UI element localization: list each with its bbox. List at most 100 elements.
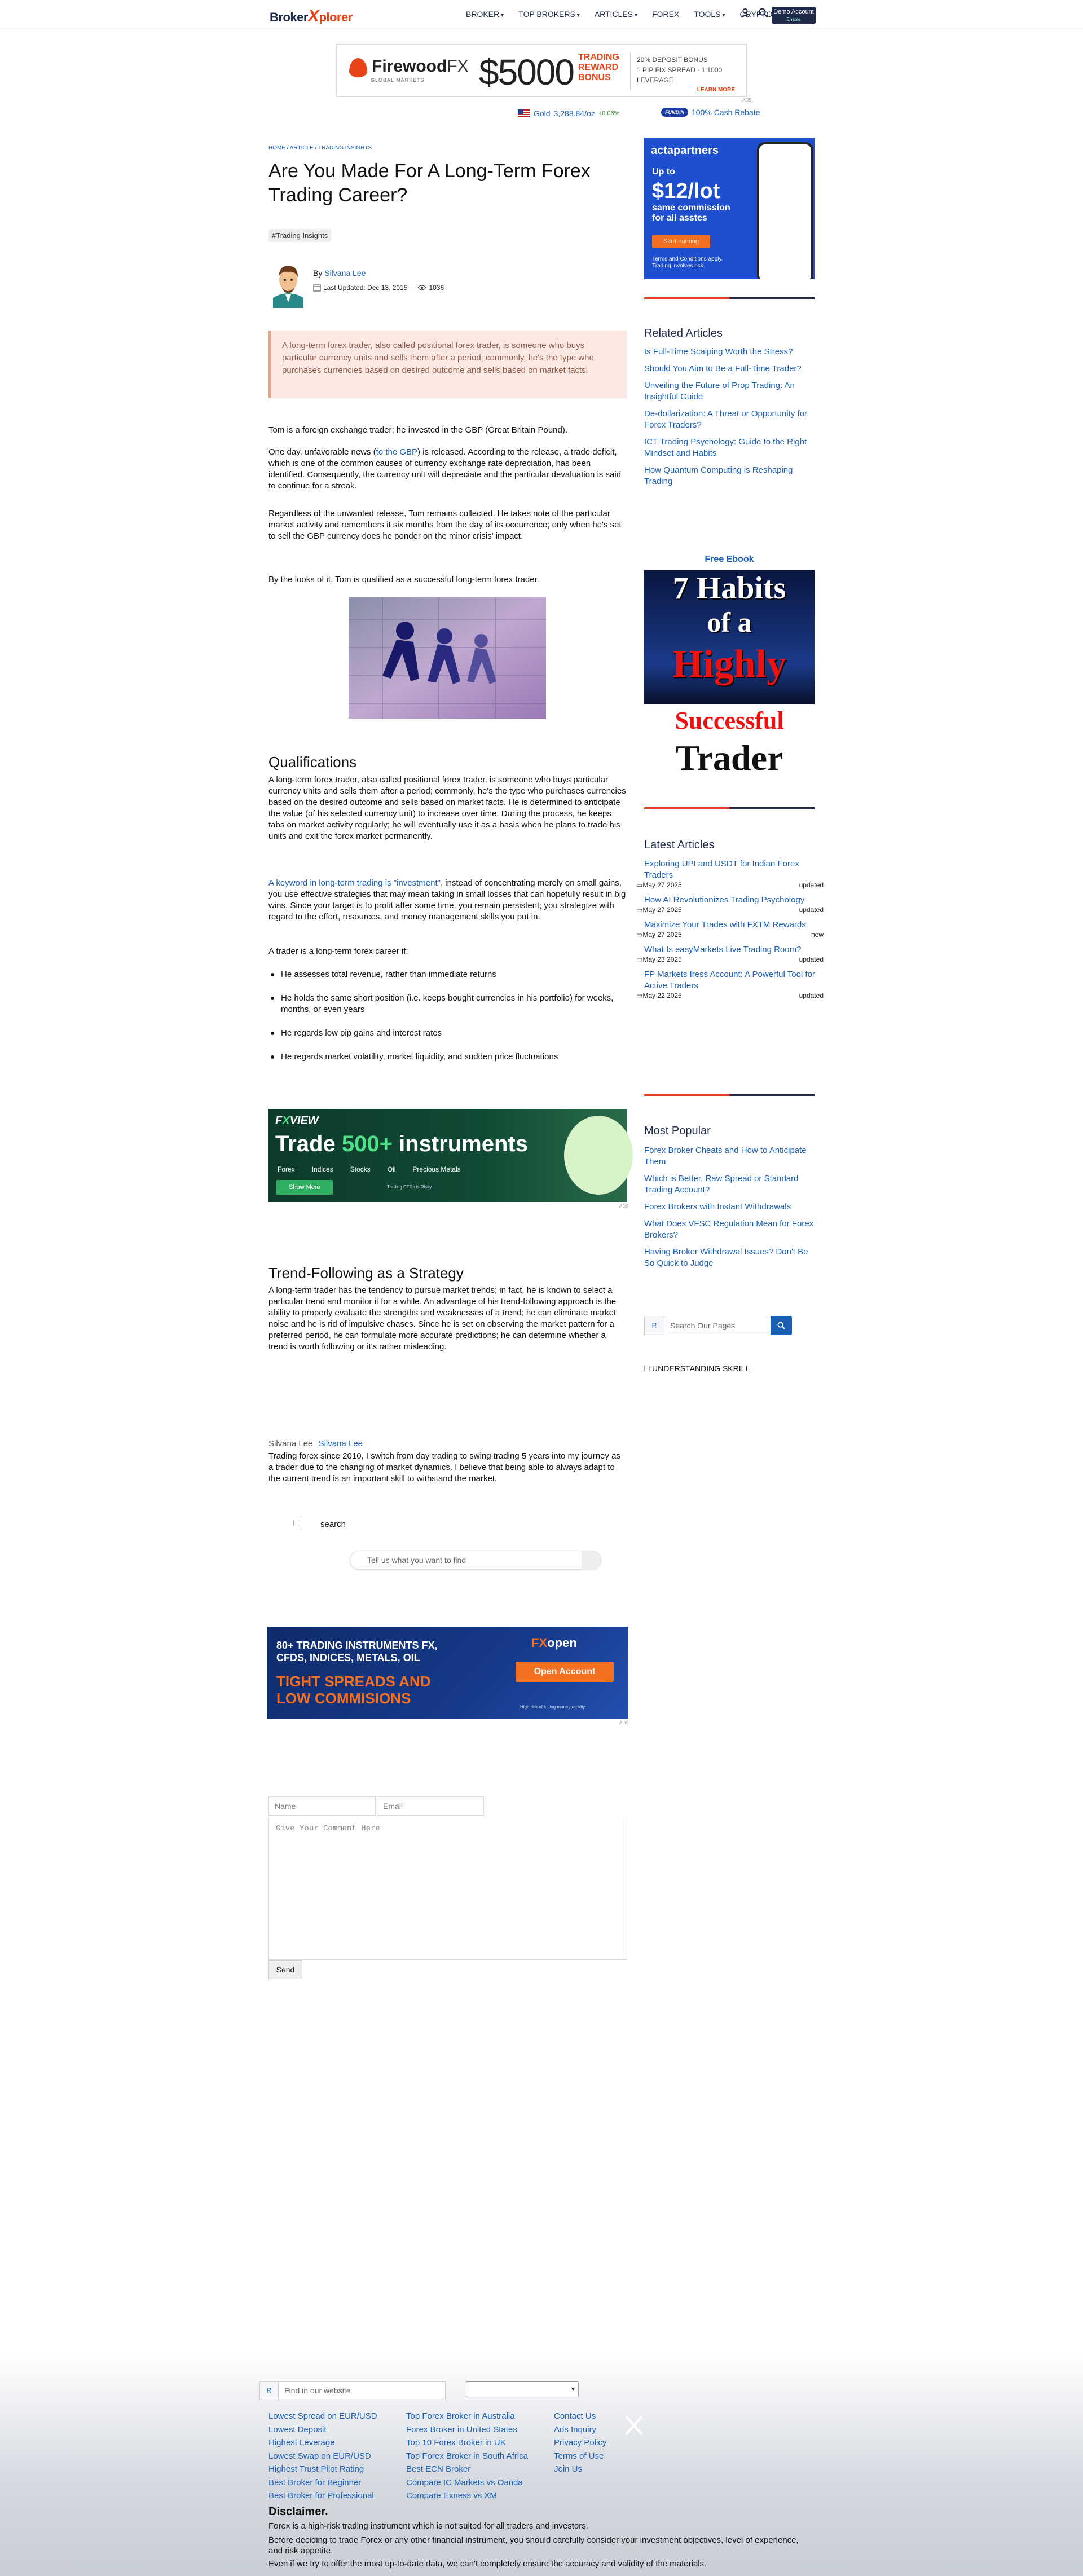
banner-details: 20% DEPOSIT BONUS 1 PIP FIX SPREAD · 1:1… — [637, 55, 746, 95]
related-article-link[interactable]: How Quantum Computing is Reshaping Tradi… — [644, 465, 815, 487]
section-heading-trend: Trend-Following as a Strategy — [268, 1265, 464, 1282]
related-article-link[interactable]: ICT Trading Psychology: Guide to the Rig… — [644, 437, 815, 459]
footer-link[interactable]: Join Us — [554, 2463, 606, 2476]
footer-language-select[interactable] — [466, 2381, 579, 2397]
nav-item-articles[interactable]: ARTICLES ▾ — [595, 10, 637, 19]
text: FX — [531, 1636, 548, 1650]
footer-link[interactable]: Best ECN Broker — [406, 2463, 528, 2476]
footer-link[interactable]: Highest Leverage — [268, 2436, 377, 2450]
footer-link[interactable]: Forex Broker in United States — [406, 2423, 528, 2437]
acta-same: same commission for all asstes — [652, 203, 730, 223]
latest-article-link[interactable]: Maximize Your Trades with FXTM Rewards — [636, 919, 824, 931]
footer-link[interactable]: Highest Trust Pilot Rating — [268, 2463, 377, 2476]
cash-rebate-link[interactable]: FUNDIN 100% Cash Rebate — [661, 108, 760, 117]
nav-label: TOOLS — [694, 10, 721, 19]
name-field[interactable]: Name — [268, 1796, 376, 1816]
popular-article-link[interactable]: Having Broker Withdrawal Issues? Don't B… — [644, 1247, 815, 1269]
open-account-button[interactable]: Open Account — [516, 1662, 614, 1682]
footer-link[interactable]: Lowest Deposit — [268, 2423, 377, 2437]
show-more-button[interactable]: Show More — [276, 1180, 333, 1195]
latest-article-link[interactable]: What Is easyMarkets Live Trading Room? — [636, 944, 824, 955]
banner-headline-line: TRADING — [578, 52, 619, 62]
fxview-banner-ad[interactable]: FXVIEW Trade 500+ instruments Forex Indi… — [268, 1109, 633, 1202]
fxopen-banner-ad[interactable]: 80+ TRADING INSTRUMENTS FX, CFDS, INDICES… — [267, 1627, 628, 1719]
footer-link[interactable]: Ads Inquiry — [554, 2423, 606, 2437]
date-text: May 27 2025 — [642, 931, 682, 939]
main-nav: BROKER ▾ TOP BROKERS ▾ ARTICLES ▾ FOREX TOO… — [466, 10, 777, 19]
footer-link[interactable]: Terms of Use — [554, 2450, 606, 2463]
footer-link[interactable]: Privacy Policy — [554, 2436, 606, 2450]
gbp-link[interactable]: to the GBP — [376, 447, 417, 457]
x-social-icon[interactable] — [623, 2414, 645, 2437]
brokerxplorer-logo[interactable]: BrokerXplorer — [270, 7, 353, 26]
sidebar-search-input[interactable]: Search Our Pages — [664, 1316, 767, 1335]
paragraph: One day, unfavorable news (to the GBP) i… — [268, 447, 627, 492]
calendar-icon: ▭ — [636, 931, 643, 939]
nav-item-broker[interactable]: BROKER ▾ — [466, 10, 504, 19]
related-article-link[interactable]: De-dollarization: A Threat or Opportunit… — [644, 408, 815, 431]
sidebar-search-button[interactable] — [771, 1316, 792, 1335]
author-name-link[interactable]: Silvana Lee — [319, 1439, 363, 1448]
text: same commission — [652, 203, 730, 213]
footer-search-input[interactable]: Find in our website — [279, 2381, 446, 2399]
status-badge: updated — [799, 992, 824, 999]
footer-link[interactable]: Compare Exness vs XM — [406, 2489, 528, 2503]
gold-ticker[interactable]: Gold 3,288.84/oz +0.06% — [518, 109, 619, 118]
search-icon[interactable] — [758, 8, 768, 18]
comment-textarea[interactable]: Give Your Comment Here — [268, 1817, 627, 1960]
breadcrumb[interactable]: HOME / ARTICLE / TRADING INSIGHTS — [268, 145, 372, 151]
demo-account-button[interactable]: Demo Account Enable — [772, 7, 816, 24]
footer-link[interactable]: Best Broker for Beginner — [268, 2476, 377, 2490]
disclaimer-heading: Disclaimer. — [268, 2505, 328, 2518]
sidebar-divider — [644, 1094, 815, 1096]
investment-link[interactable]: A keyword in long-term trading is "inves… — [268, 878, 441, 888]
send-button[interactable]: Send — [268, 1960, 302, 1979]
footer-link[interactable]: Lowest Spread on EUR/USD — [268, 2410, 377, 2423]
category-tag[interactable]: #Trading Insights — [268, 229, 332, 242]
list-item: He regards market volatility, market liq… — [268, 1051, 627, 1063]
ad-tag: ADS — [742, 98, 752, 103]
popular-article-link[interactable]: Which is Better, Raw Spread or Standard … — [644, 1173, 815, 1196]
ebook-title-line: Trader — [675, 738, 783, 778]
start-earning-button[interactable]: Start earning — [652, 235, 710, 248]
author-link[interactable]: Silvana Lee — [324, 268, 366, 278]
footer-link[interactable]: Lowest Swap on EUR/USD — [268, 2450, 377, 2463]
latest-article-link[interactable]: Exploring UPI and USDT for Indian Forex … — [636, 858, 824, 881]
related-article-link[interactable]: Unveiling the Future of Prop Trading: An… — [644, 380, 815, 403]
nav-label: ARTICLES — [594, 10, 633, 19]
footer-link[interactable]: Best Broker for Professional — [268, 2489, 377, 2503]
related-article-link[interactable]: Is Full-Time Scalping Worth the Stress? — [644, 346, 815, 358]
footer-link[interactable]: Top Forex Broker in South Africa — [406, 2450, 528, 2463]
learn-more-link[interactable]: LEARN MORE — [637, 85, 735, 95]
ebook-cover[interactable]: 7 Habits of a Highly Successful Trader — [644, 570, 815, 782]
chevron-down-icon: ▾ — [635, 12, 638, 19]
firewood-logo: FirewoodFX — [372, 57, 469, 76]
popular-article-link[interactable]: Forex Broker Cheats and How to Anticipat… — [644, 1145, 815, 1168]
nav-label: FOREX — [652, 10, 680, 19]
latest-article-meta: ▭May 27 2025 updated — [636, 906, 824, 914]
latest-article-link[interactable]: How AI Revolutionizes Trading Psychology — [636, 895, 824, 906]
footer-link[interactable]: Top Forex Broker in Australia — [406, 2410, 528, 2423]
calendar-icon: ▭ — [636, 992, 643, 999]
popular-article-link[interactable]: What Does VFSC Regulation Mean for Forex… — [644, 1218, 815, 1241]
related-article-link[interactable]: Should You Aim to Be a Full-Time Trader? — [644, 363, 815, 375]
user-icon[interactable] — [740, 8, 750, 18]
nav-item-top-brokers[interactable]: TOP BROKERS ▾ — [518, 10, 580, 19]
illustration — [564, 1116, 633, 1195]
nav-item-tools[interactable]: TOOLS ▾ — [694, 10, 725, 19]
firewood-fx-banner-ad[interactable]: FirewoodFX GLOBAL MARKETS $5000 TRADING … — [336, 44, 747, 97]
nav-item-forex[interactable]: FOREX — [652, 10, 679, 19]
popular-article-link[interactable]: Forex Brokers with Instant Withdrawals — [644, 1201, 815, 1213]
summary-callout: A long-term forex trader, also called po… — [268, 331, 627, 398]
content-search-input[interactable]: Tell us what you want to find — [350, 1551, 601, 1570]
footer-link[interactable]: Compare IC Markets vs Oanda — [406, 2476, 528, 2490]
text: One day, unfavorable news ( — [268, 447, 376, 457]
author-bio-head: Silvana Lee Silvana Lee — [268, 1438, 627, 1450]
acta-partners-banner-ad[interactable]: actapartners Up to $12/lot same commissi… — [644, 138, 815, 279]
email-field[interactable]: Email — [377, 1796, 484, 1816]
acta-terms: Terms and Conditions apply. Trading invol… — [652, 256, 723, 270]
latest-article-link[interactable]: FP Markets Iress Account: A Powerful Too… — [636, 969, 824, 992]
footer-link[interactable]: Top 10 Forex Broker in UK — [406, 2436, 528, 2450]
footer-link[interactable]: Contact Us — [554, 2410, 606, 2423]
search-submit[interactable] — [582, 1551, 601, 1570]
